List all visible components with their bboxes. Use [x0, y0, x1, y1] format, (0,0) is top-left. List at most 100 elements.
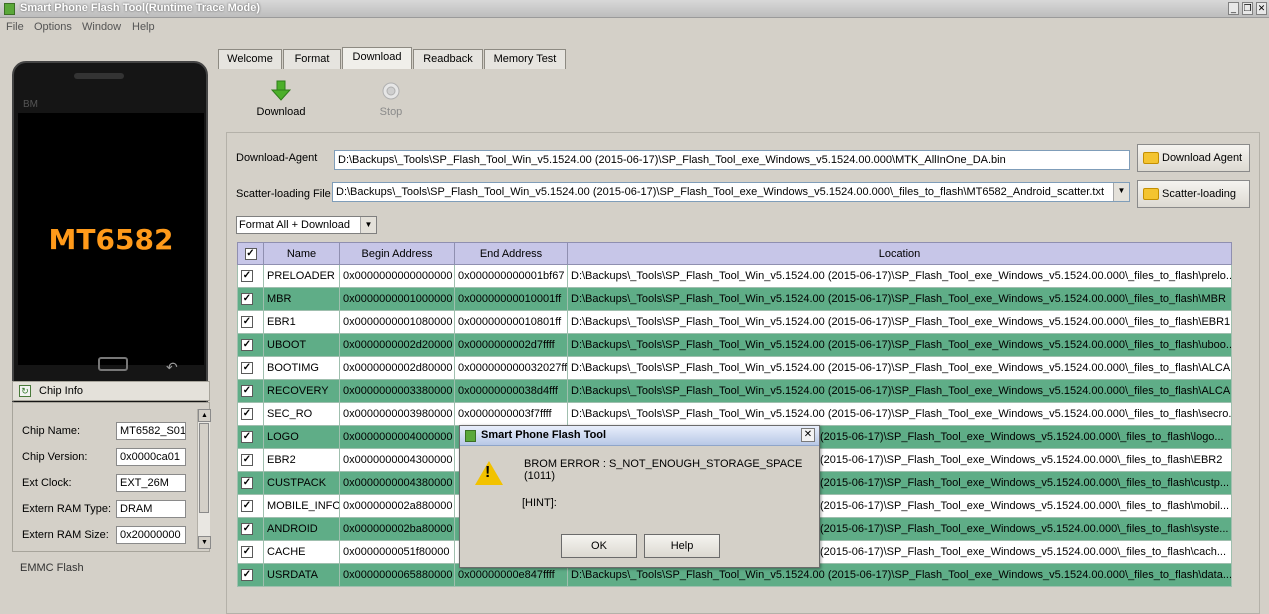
row-checkbox[interactable]: ✓ [237, 448, 264, 472]
scroll-thumb[interactable] [199, 423, 209, 513]
hint-text: [HINT]: [522, 497, 557, 509]
chip-info-header[interactable]: ↻ Chip Info [12, 381, 210, 401]
ram-size-value: 0x20000000 [116, 526, 186, 544]
location[interactable]: D:\Backups\_Tools\SP_Flash_Tool_Win_v5.1… [567, 264, 1232, 288]
location[interactable]: D:\Backups\_Tools\SP_Flash_Tool_Win_v5.1… [567, 379, 1232, 403]
row-checkbox[interactable]: ✓ [237, 517, 264, 541]
scroll-down-icon[interactable]: ▼ [198, 536, 211, 549]
table-row[interactable]: ✓ RECOVERY 0x0000000003380000 0x00000000… [237, 379, 1232, 403]
scatter-path[interactable]: D:\Backups\_Tools\SP_Flash_Tool_Win_v5.1… [332, 182, 1130, 202]
scroll-up-icon[interactable]: ▲ [198, 409, 211, 422]
ok-button[interactable]: OK [561, 534, 637, 558]
end-address: 0x00000000010801ff [454, 310, 568, 334]
row-checkbox[interactable]: ✓ [237, 356, 264, 380]
location[interactable]: D:\Backups\_Tools\SP_Flash_Tool_Win_v5.1… [567, 333, 1232, 357]
row-checkbox[interactable]: ✓ [237, 264, 264, 288]
menu-file[interactable]: File [6, 21, 24, 33]
stop-label: Stop [379, 106, 403, 118]
tab-download[interactable]: Download [342, 47, 412, 69]
mode-dropdown-icon[interactable]: ▼ [360, 217, 376, 233]
row-checkbox[interactable]: ✓ [237, 494, 264, 518]
col-location[interactable]: Location [567, 242, 1232, 265]
begin-address: 0x0000000002d80000 [339, 356, 455, 380]
restore-button[interactable]: ❐ [1242, 2, 1253, 15]
row-checkbox[interactable]: ✓ [237, 287, 264, 311]
row-checkbox[interactable]: ✓ [237, 540, 264, 564]
end-address: 0x0000000003f7ffff [454, 402, 568, 426]
begin-address: 0x000000002a880000 [339, 494, 455, 518]
emmc-flash-header[interactable]: EMMC Flash [20, 562, 84, 574]
app-icon [465, 430, 476, 442]
dialog-title-bar[interactable]: Smart Phone Flash Tool ✕ [460, 426, 819, 446]
select-all-checkbox[interactable]: ✓ [237, 242, 264, 265]
col-name[interactable]: Name [263, 242, 340, 265]
partition-name: CUSTPACK [263, 471, 340, 495]
chip-info-title: Chip Info [39, 385, 84, 397]
row-checkbox[interactable]: ✓ [237, 310, 264, 334]
table-row[interactable]: ✓ EBR1 0x0000000001080000 0x000000000108… [237, 310, 1232, 334]
tab-readback[interactable]: Readback [413, 49, 483, 69]
row-checkbox[interactable]: ✓ [237, 471, 264, 495]
table-row[interactable]: ✓ PRELOADER 0x0000000000000000 0x0000000… [237, 264, 1232, 288]
phone-screen: MT6582 [18, 113, 204, 365]
download-agent-path[interactable]: D:\Backups\_Tools\SP_Flash_Tool_Win_v5.1… [334, 150, 1130, 170]
end-address: 0x00000000038d4fff [454, 379, 568, 403]
check-icon: ✓ [241, 270, 253, 283]
tab-welcome[interactable]: Welcome [218, 49, 282, 69]
check-icon: ✓ [244, 247, 257, 260]
begin-address: 0x0000000003380000 [339, 379, 455, 403]
chip-info-scrollbar[interactable]: ▲ ▼ [197, 409, 211, 549]
ext-clock-value: EXT_26M [116, 474, 186, 492]
begin-address: 0x0000000004380000 [339, 471, 455, 495]
table-header: ✓ Name Begin Address End Address Locatio… [237, 242, 1232, 265]
partition-name: EBR2 [263, 448, 340, 472]
partition-name: USRDATA [263, 563, 340, 587]
scatter-loading-button-label: Scatter-loading [1162, 188, 1236, 200]
menu-help[interactable]: Help [132, 21, 155, 33]
col-end[interactable]: End Address [454, 242, 568, 265]
begin-address: 0x0000000065880000 [339, 563, 455, 587]
dialog-title: Smart Phone Flash Tool [481, 429, 607, 441]
table-row[interactable]: ✓ BOOTIMG 0x0000000002d80000 0x000000000… [237, 356, 1232, 380]
location[interactable]: D:\Backups\_Tools\SP_Flash_Tool_Win_v5.1… [567, 287, 1232, 311]
close-button[interactable]: ✕ [1256, 2, 1267, 15]
phone-speaker [74, 73, 124, 79]
minimize-button[interactable]: _ [1228, 2, 1239, 15]
location[interactable]: D:\Backups\_Tools\SP_Flash_Tool_Win_v5.1… [567, 310, 1232, 334]
check-icon: ✓ [241, 339, 253, 352]
location[interactable]: D:\Backups\_Tools\SP_Flash_Tool_Win_v5.1… [567, 356, 1232, 380]
tab-format[interactable]: Format [283, 49, 341, 69]
partition-name: UBOOT [263, 333, 340, 357]
table-row[interactable]: ✓ UBOOT 0x0000000002d20000 0x0000000002d… [237, 333, 1232, 357]
dialog-close-button[interactable]: ✕ [801, 428, 815, 442]
menu-options[interactable]: Options [34, 21, 72, 33]
chip-info-panel: Chip Name: MT6582_S01 Chip Version: 0x00… [12, 402, 211, 552]
tab-memory-test[interactable]: Memory Test [484, 49, 566, 69]
stop-icon [382, 82, 400, 100]
stop-button[interactable]: Stop [356, 80, 426, 118]
help-button[interactable]: Help [644, 534, 720, 558]
menu-window[interactable]: Window [82, 21, 121, 33]
table-row[interactable]: ✓ SEC_RO 0x0000000003980000 0x0000000003… [237, 402, 1232, 426]
chip-version-value: 0x0000ca01 [116, 448, 186, 466]
row-checkbox[interactable]: ✓ [237, 333, 264, 357]
partition-name: BOOTIMG [263, 356, 340, 380]
begin-address: 0x0000000001080000 [339, 310, 455, 334]
row-checkbox[interactable]: ✓ [237, 563, 264, 587]
row-checkbox[interactable]: ✓ [237, 425, 264, 449]
back-icon: ↶ [166, 359, 178, 375]
begin-address: 0x000000002ba80000 [339, 517, 455, 541]
scatter-loading-button[interactable]: Scatter-loading [1137, 180, 1250, 208]
download-agent-label: Download-Agent [236, 152, 318, 164]
check-icon: ✓ [241, 408, 253, 421]
table-row[interactable]: ✓ MBR 0x0000000001000000 0x0000000001000… [237, 287, 1232, 311]
scatter-dropdown-icon[interactable]: ▼ [1113, 183, 1129, 201]
download-agent-button[interactable]: Download Agent [1137, 144, 1250, 172]
location[interactable]: D:\Backups\_Tools\SP_Flash_Tool_Win_v5.1… [567, 402, 1232, 426]
download-label: Download [256, 106, 306, 118]
mode-select[interactable]: Format All + Download [236, 216, 377, 234]
download-button[interactable]: Download [246, 80, 316, 118]
col-begin[interactable]: Begin Address [339, 242, 455, 265]
row-checkbox[interactable]: ✓ [237, 402, 264, 426]
row-checkbox[interactable]: ✓ [237, 379, 264, 403]
